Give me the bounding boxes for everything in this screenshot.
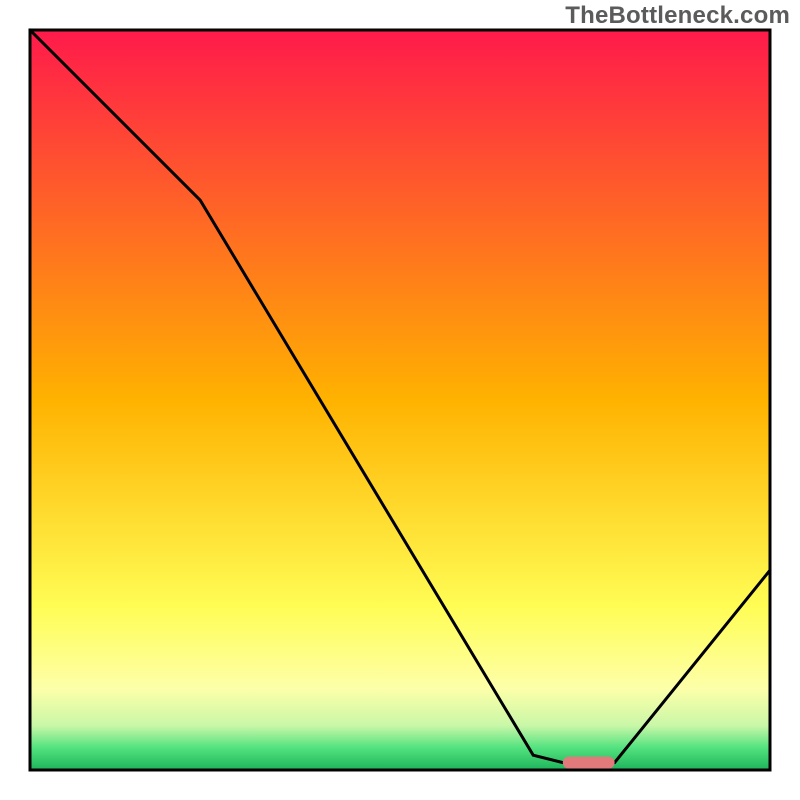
chart-svg	[0, 0, 800, 800]
bottleneck-chart: TheBottleneck.com	[0, 0, 800, 800]
watermark-text: TheBottleneck.com	[565, 2, 790, 30]
optimal-range-marker	[563, 757, 615, 769]
